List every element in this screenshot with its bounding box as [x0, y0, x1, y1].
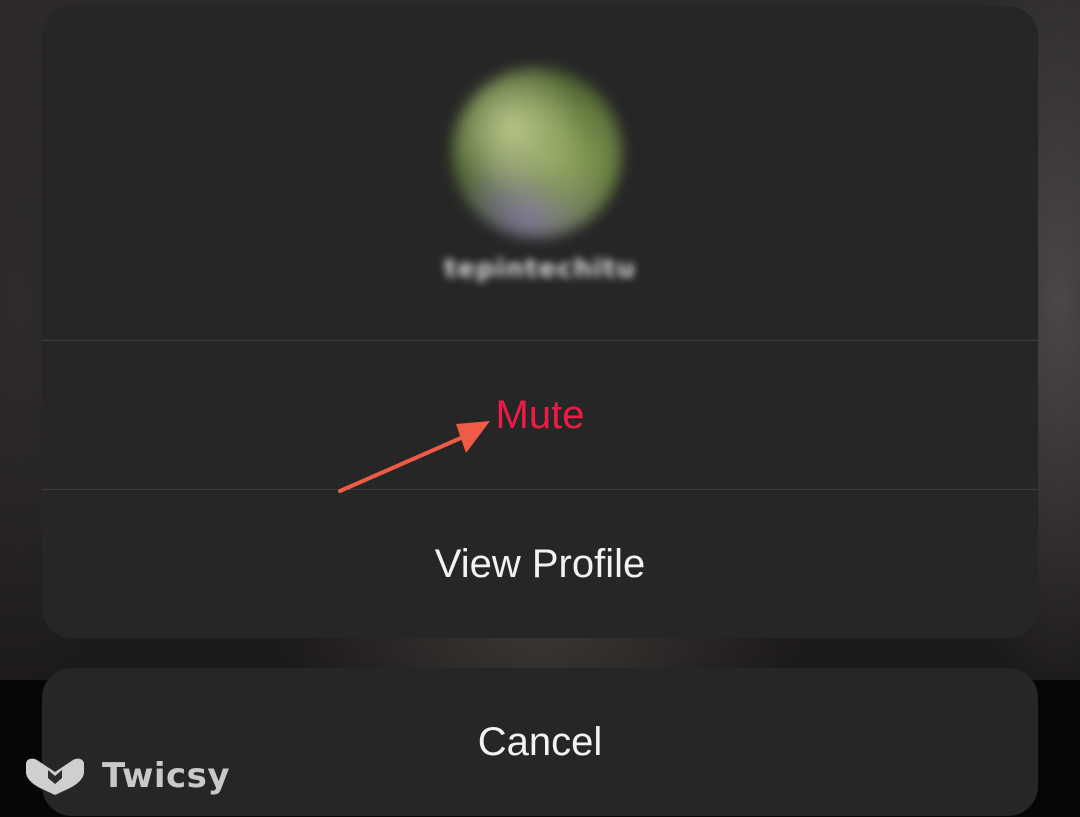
mute-button[interactable]: Mute	[42, 341, 1038, 489]
action-sheet: tepintechitu Mute View Profile	[42, 6, 1038, 638]
username: tepintechitu	[444, 254, 636, 284]
profile-header: tepintechitu	[42, 6, 1038, 340]
arrow-icon	[338, 421, 490, 493]
watermark-text: Twicsy	[102, 756, 231, 796]
avatar	[452, 68, 622, 238]
twicsy-logo-icon	[26, 758, 84, 795]
view-profile-button[interactable]: View Profile	[42, 490, 1038, 638]
watermark: Twicsy	[20, 756, 230, 796]
